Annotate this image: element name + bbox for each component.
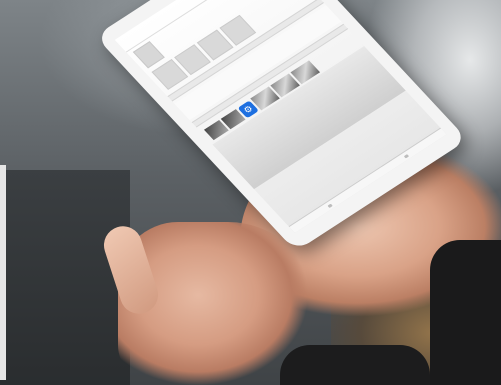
tablet-screen: ⚙ (114, 0, 447, 233)
tab-item[interactable] (403, 153, 409, 159)
tablet-device: ⚙ (95, 0, 468, 252)
photo-scene: ⚙ (0, 0, 501, 385)
left-sleeve (280, 345, 430, 385)
tab-item[interactable] (327, 203, 333, 208)
